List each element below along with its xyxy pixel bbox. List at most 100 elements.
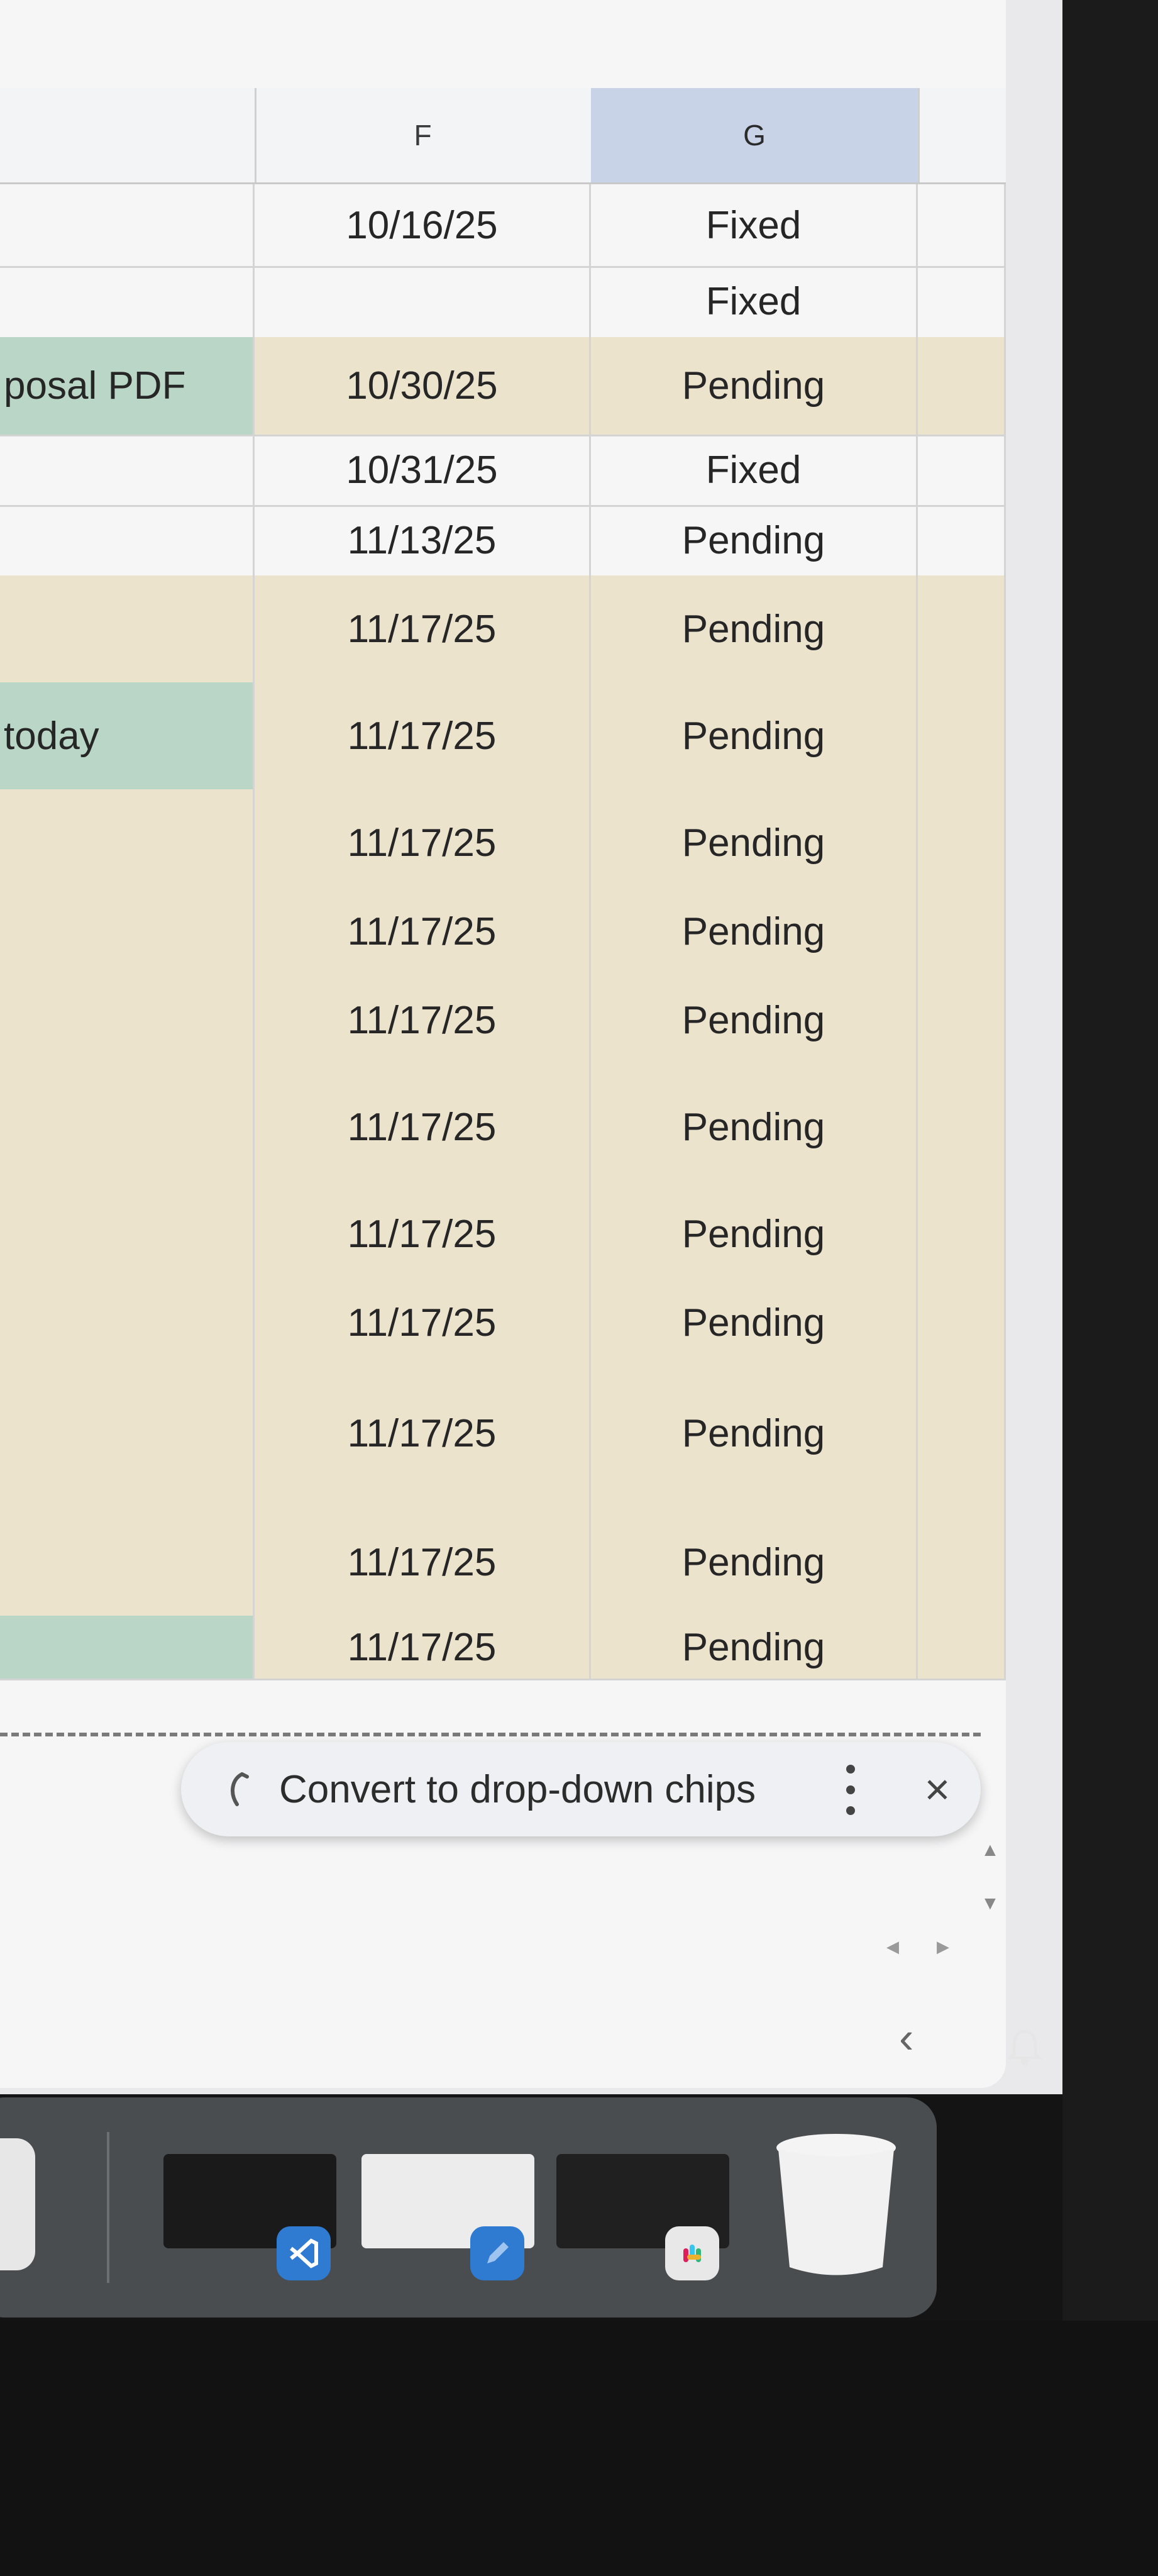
cell-f[interactable]: 11/17/25: [255, 1180, 591, 1287]
cell-f[interactable]: 11/17/25: [255, 896, 591, 967]
cell-g[interactable]: Pending: [591, 682, 918, 789]
column-header-g[interactable]: G: [591, 88, 920, 182]
column-header-e[interactable]: [0, 88, 256, 182]
cell-g[interactable]: Fixed: [591, 435, 918, 505]
column-header-row: F G: [0, 88, 1006, 184]
slack-icon: [665, 2226, 719, 2280]
table-row: Fixed: [0, 266, 1006, 339]
cell-h[interactable]: [918, 1180, 1006, 1287]
cell-g[interactable]: Pending: [591, 1180, 918, 1287]
cell-e[interactable]: [0, 184, 255, 266]
cell-e[interactable]: [0, 575, 255, 682]
table-row: 10/16/25 Fixed: [0, 184, 1006, 268]
cell-f[interactable]: 11/17/25: [255, 1616, 591, 1679]
cell-f[interactable]: 10/31/25: [255, 435, 591, 505]
cell-g[interactable]: Fixed: [591, 266, 918, 337]
table-row: 10/31/25 Fixed: [0, 435, 1006, 507]
convert-chips-toast: Convert to drop-down chips ×: [181, 1742, 981, 1836]
scroll-left-icon[interactable]: ◀: [880, 1937, 905, 1962]
cell-h[interactable]: [918, 789, 1006, 896]
cell-g[interactable]: Pending: [591, 1287, 918, 1358]
cell-f[interactable]: [255, 266, 591, 337]
cell-e[interactable]: [0, 1074, 255, 1180]
cell-e[interactable]: [0, 967, 255, 1074]
column-header-f[interactable]: F: [255, 88, 593, 182]
cell-h[interactable]: [918, 1358, 1006, 1509]
cell-f[interactable]: 11/17/25: [255, 682, 591, 789]
dock-divider: [107, 2132, 109, 2283]
scroll-right-icon[interactable]: ▶: [930, 1937, 956, 1962]
cell-h[interactable]: [918, 1509, 1006, 1616]
column-header-h[interactable]: [918, 88, 1006, 182]
cell-h[interactable]: [918, 896, 1006, 967]
cell-e[interactable]: [0, 505, 255, 575]
cell-h[interactable]: [918, 505, 1006, 575]
table-row: 11/17/25 Pending: [0, 789, 1006, 898]
cell-h[interactable]: [918, 967, 1006, 1074]
cell-g[interactable]: Pending: [591, 337, 918, 435]
cell-e[interactable]: posal PDF: [0, 337, 255, 435]
scroll-up-icon[interactable]: ▲: [978, 1840, 1003, 1865]
convert-chips-button[interactable]: Convert to drop-down chips: [279, 1767, 756, 1812]
table-row: 11/17/25 Pending: [0, 1287, 1006, 1360]
cell-g[interactable]: Pending: [591, 789, 918, 896]
cell-f[interactable]: 11/17/25: [255, 1074, 591, 1180]
cell-h[interactable]: [918, 575, 1006, 682]
cell-e[interactable]: [0, 789, 255, 896]
cell-e[interactable]: [0, 1616, 255, 1679]
table-row: 11/17/25 Pending: [0, 1616, 1006, 1680]
table-row: 11/17/25 Pending: [0, 1180, 1006, 1289]
cell-h[interactable]: [918, 337, 1006, 435]
cell-f[interactable]: 11/17/25: [255, 1509, 591, 1616]
cell-f[interactable]: 11/17/25: [255, 575, 591, 682]
chips-sparkle-icon: [220, 1770, 258, 1808]
close-icon[interactable]: ×: [915, 1767, 959, 1811]
table-row: 11/17/25 Pending: [0, 967, 1006, 1075]
cell-h[interactable]: [918, 435, 1006, 505]
cell-f[interactable]: 11/17/25: [255, 789, 591, 896]
cell-e[interactable]: [0, 435, 255, 505]
cell-e[interactable]: [0, 1180, 255, 1287]
cell-f[interactable]: 11/13/25: [255, 505, 591, 575]
cell-e[interactable]: [0, 1287, 255, 1358]
cell-f[interactable]: 10/30/25: [255, 337, 591, 435]
table-row: posal PDF 10/30/25 Pending: [0, 337, 1006, 436]
cell-g[interactable]: Pending: [591, 896, 918, 967]
trash-icon[interactable]: [773, 2129, 899, 2280]
more-options-icon[interactable]: [841, 1765, 860, 1815]
cell-g[interactable]: Fixed: [591, 184, 918, 266]
notification-bell-icon[interactable]: [1003, 2025, 1047, 2069]
cell-e[interactable]: today: [0, 682, 255, 789]
cell-g[interactable]: Pending: [591, 1358, 918, 1509]
chevron-left-icon[interactable]: ‹: [899, 2012, 913, 2063]
cell-h[interactable]: [918, 1287, 1006, 1358]
table-row: 11/17/25 Pending: [0, 896, 1006, 969]
cell-g[interactable]: Pending: [591, 967, 918, 1074]
cell-g[interactable]: Pending: [591, 1616, 918, 1679]
cell-h[interactable]: [918, 184, 1006, 266]
desk-background: [0, 2321, 1158, 2576]
cell-f[interactable]: 11/17/25: [255, 1287, 591, 1358]
cell-f[interactable]: 11/17/25: [255, 1358, 591, 1509]
vscode-icon: [277, 2226, 331, 2280]
cell-e[interactable]: [0, 1358, 255, 1509]
dock-app-partial[interactable]: [0, 2138, 35, 2270]
cell-f[interactable]: 10/16/25: [255, 184, 591, 266]
cell-h[interactable]: [918, 682, 1006, 789]
cell-e[interactable]: [0, 1509, 255, 1616]
cell-g[interactable]: Pending: [591, 1509, 918, 1616]
cell-g[interactable]: Pending: [591, 575, 918, 682]
cell-f[interactable]: 11/17/25: [255, 967, 591, 1074]
table-row: 11/17/25 Pending: [0, 575, 1006, 684]
cell-e[interactable]: [0, 266, 255, 337]
cell-g[interactable]: Pending: [591, 1074, 918, 1180]
pencil-icon: [470, 2226, 524, 2280]
cell-h[interactable]: [918, 1074, 1006, 1180]
scroll-down-icon[interactable]: ▼: [978, 1893, 1003, 1918]
table-row: 11/17/25 Pending: [0, 1509, 1006, 1618]
cell-h[interactable]: [918, 1616, 1006, 1679]
cell-g[interactable]: Pending: [591, 505, 918, 575]
cell-h[interactable]: [918, 266, 1006, 337]
table-row: today 11/17/25 Pending: [0, 682, 1006, 791]
cell-e[interactable]: [0, 896, 255, 967]
